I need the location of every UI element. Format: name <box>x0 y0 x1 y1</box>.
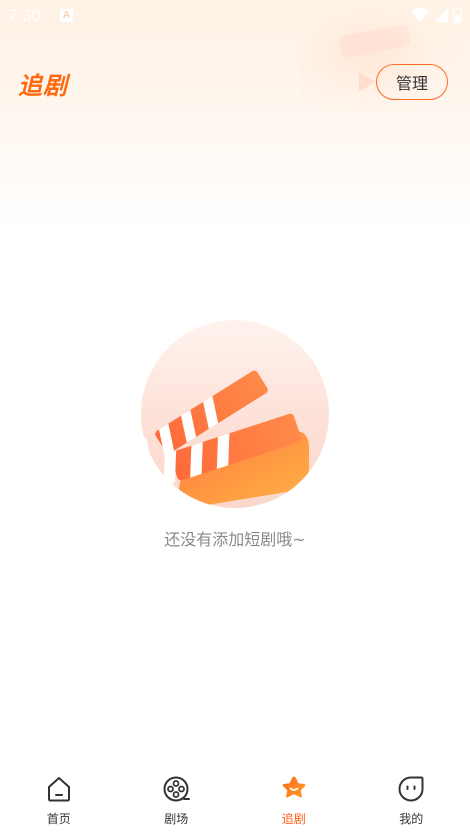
empty-state-illustration <box>141 320 329 508</box>
battery-icon <box>453 7 462 23</box>
wifi-icon <box>411 8 429 22</box>
star-icon <box>279 774 309 804</box>
home-icon <box>44 774 74 804</box>
page-title: 追剧 <box>18 72 68 100</box>
status-time: 7:30 <box>8 6 42 25</box>
nav-item-profile[interactable]: 我的 <box>353 760 470 835</box>
nav-label-theater: 剧场 <box>164 812 189 826</box>
nav-label-home: 首页 <box>46 812 71 826</box>
nav-label-profile: 我的 <box>399 812 424 826</box>
nav-item-following[interactable]: 追剧 <box>235 760 353 835</box>
clapperboard-icon <box>141 370 309 506</box>
nav-item-home[interactable]: 首页 <box>0 760 118 835</box>
header-background <box>0 0 470 230</box>
nav-item-theater[interactable]: 剧场 <box>118 760 236 835</box>
header-decoration-play-icon <box>359 72 375 92</box>
bottom-nav: 首页 剧场 追剧 我的 <box>0 760 470 835</box>
film-reel-icon <box>161 774 191 804</box>
empty-state: 还没有添加短剧哦~ <box>0 320 470 550</box>
smiley-face-icon <box>396 774 426 804</box>
signal-icon <box>434 8 448 22</box>
status-icons <box>411 7 462 23</box>
nav-label-following: 追剧 <box>281 812 306 826</box>
status-bar: 7:30 A <box>0 0 470 32</box>
manage-button[interactable]: 管理 <box>376 64 448 100</box>
empty-state-message: 还没有添加短剧哦~ <box>164 530 306 549</box>
notification-icon: A <box>60 9 73 22</box>
